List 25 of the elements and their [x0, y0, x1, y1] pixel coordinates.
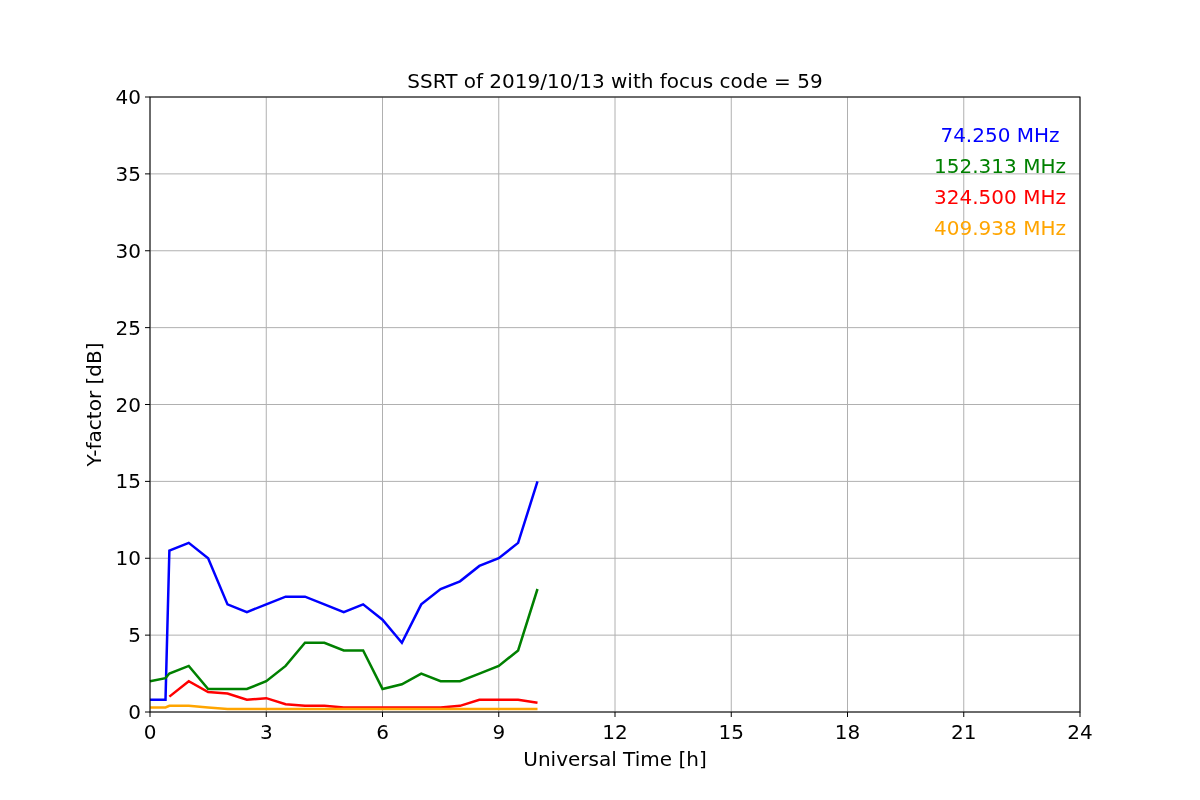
legend-label: 324.500 MHz: [934, 185, 1066, 209]
y-tick-label: 0: [128, 700, 141, 724]
y-tick-label: 40: [115, 85, 141, 109]
chart-title: SSRT of 2019/10/13 with focus code = 59: [407, 69, 823, 93]
y-tick-label: 25: [115, 315, 141, 340]
y-tick-label: 10: [115, 546, 141, 571]
x-tick-label: 18: [834, 720, 861, 744]
legend-label: 152.313 MHz: [934, 154, 1066, 178]
x-tick-label: 6: [376, 720, 389, 744]
x-tick-label: 12: [602, 720, 628, 744]
x-tick-label: 15: [718, 720, 744, 744]
x-tick-label: 24: [1067, 720, 1093, 744]
y-tick-label: 5: [128, 623, 141, 648]
x-axis-label: Universal Time [h]: [523, 747, 707, 771]
y-tick-label: 20: [115, 392, 141, 417]
y-tick-label: 35: [115, 161, 141, 186]
legend-label: 74.250 MHz: [940, 123, 1060, 147]
legend-label: 409.938 MHz: [934, 216, 1066, 240]
x-tick-label: 3: [259, 720, 273, 744]
x-tick-label: 0: [143, 720, 157, 744]
x-tick-label: 9: [492, 720, 506, 744]
y-tick-label: 15: [115, 469, 141, 494]
y-tick-label: 30: [115, 238, 141, 263]
x-tick-label: 21: [951, 720, 977, 744]
y-axis-label: Y-factor [dB]: [82, 342, 106, 467]
